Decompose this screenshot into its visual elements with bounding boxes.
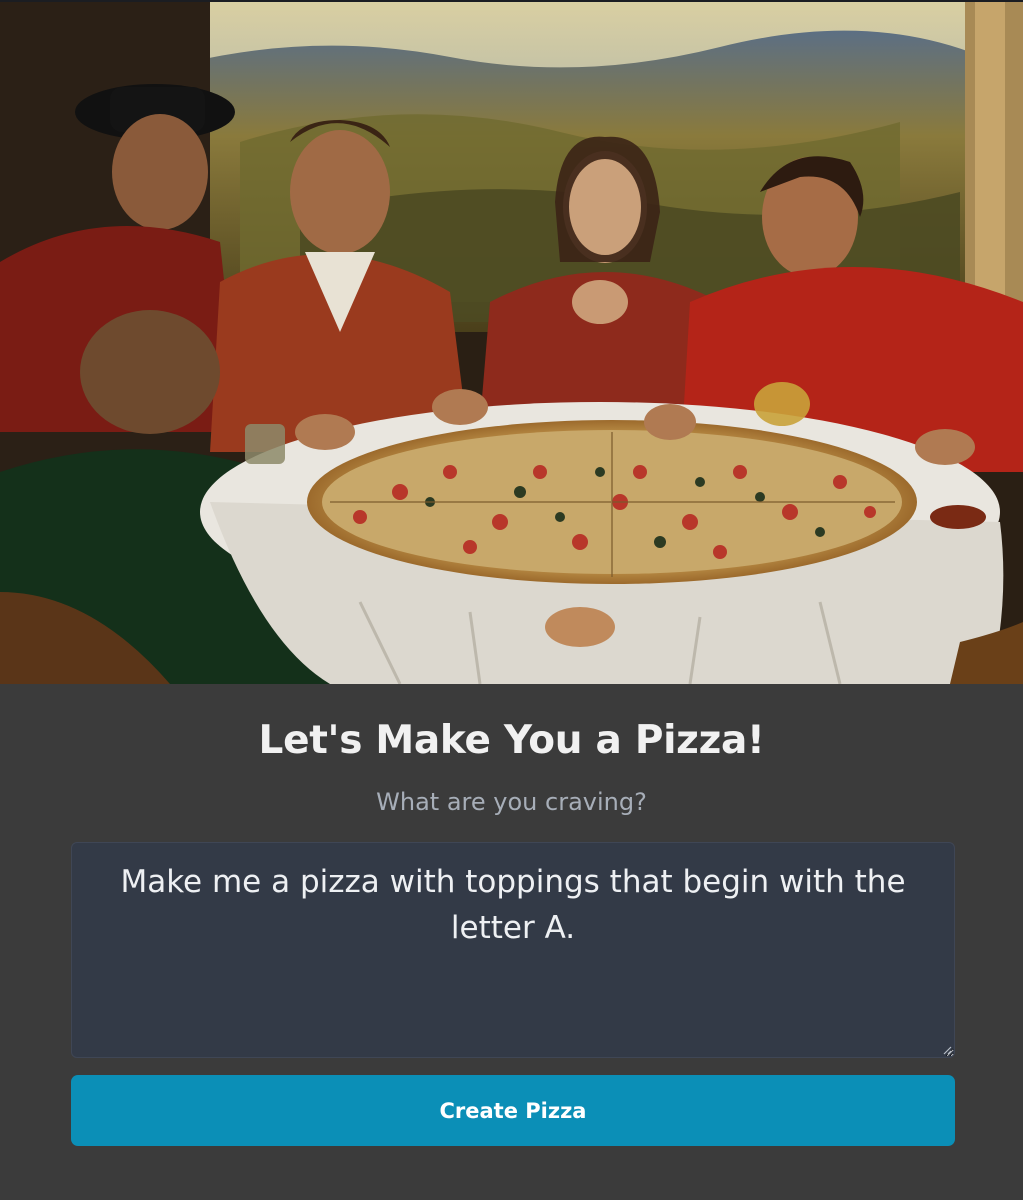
create-pizza-button[interactable]: Create Pizza — [71, 1075, 955, 1146]
page-title: Let's Make You a Pizza! — [258, 718, 765, 763]
hero-image — [0, 0, 1023, 684]
pizza-page: Let's Make You a Pizza! What are you cra… — [0, 0, 1023, 1200]
page-subtitle: What are you craving? — [376, 788, 647, 816]
resize-grip-icon[interactable] — [942, 1045, 952, 1055]
craving-input[interactable]: Make me a pizza with toppings that begin… — [71, 842, 955, 1058]
